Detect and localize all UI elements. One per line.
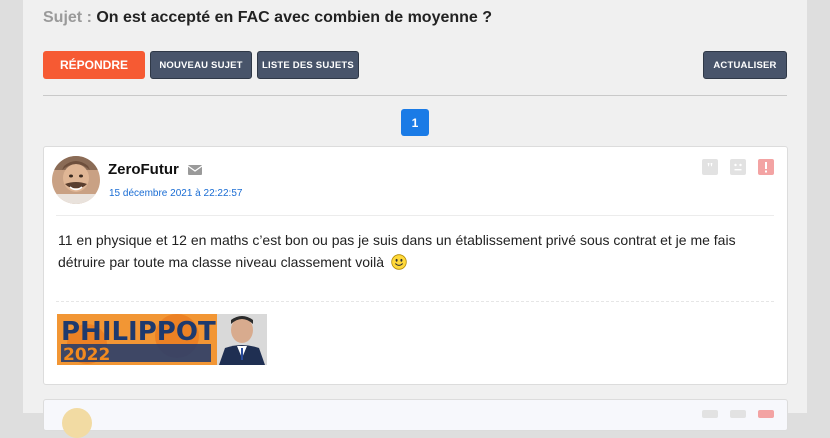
forum-page: Sujet : On est accepté en FAC avec combi… <box>23 0 807 438</box>
refresh-button[interactable]: ACTUALISER <box>703 51 787 79</box>
forum-post: ZeroFutur 15 décembre 2021 à 22:22:57 " <box>43 146 788 385</box>
smiley-icon[interactable] <box>730 159 746 175</box>
topic-label: Sujet : <box>43 9 92 26</box>
new-topic-button[interactable]: NOUVEAU SUJET <box>150 51 252 79</box>
topic-list-button[interactable]: LISTE DES SUJETS <box>257 51 359 79</box>
quote-icon[interactable] <box>702 410 718 418</box>
alert-icon[interactable] <box>758 159 774 175</box>
quote-icon[interactable]: " <box>702 159 718 176</box>
topic-title: On est accepté en FAC avec combien de mo… <box>96 9 493 26</box>
avatar[interactable] <box>52 156 100 204</box>
post-date[interactable]: 15 décembre 2021 à 22:22:57 <box>109 188 242 199</box>
smiley-icon[interactable] <box>730 410 746 418</box>
svg-text:": " <box>706 161 714 175</box>
post-header-divider <box>56 215 774 216</box>
smiley-emoji-icon <box>391 254 407 276</box>
post-author[interactable]: ZeroFutur <box>108 161 179 178</box>
page-1-button[interactable]: 1 <box>401 109 429 136</box>
avatar-image <box>52 156 100 204</box>
reply-button[interactable]: RÉPONDRE <box>43 51 145 79</box>
mail-icon[interactable] <box>187 162 203 180</box>
alert-icon[interactable] <box>758 410 774 418</box>
signature-separator <box>56 301 774 303</box>
topic-heading: Sujet : On est accepté en FAC avec combi… <box>43 9 492 27</box>
signature-banner: PHILIPPOT 2022 <box>57 314 267 365</box>
signature-text: PHILIPPOT <box>61 317 216 347</box>
next-post <box>43 399 788 438</box>
post-message: 11 en physique et 12 en maths c’est bon … <box>58 229 773 276</box>
svg-text:2022: 2022 <box>63 345 110 365</box>
toolbar-separator <box>43 95 787 96</box>
